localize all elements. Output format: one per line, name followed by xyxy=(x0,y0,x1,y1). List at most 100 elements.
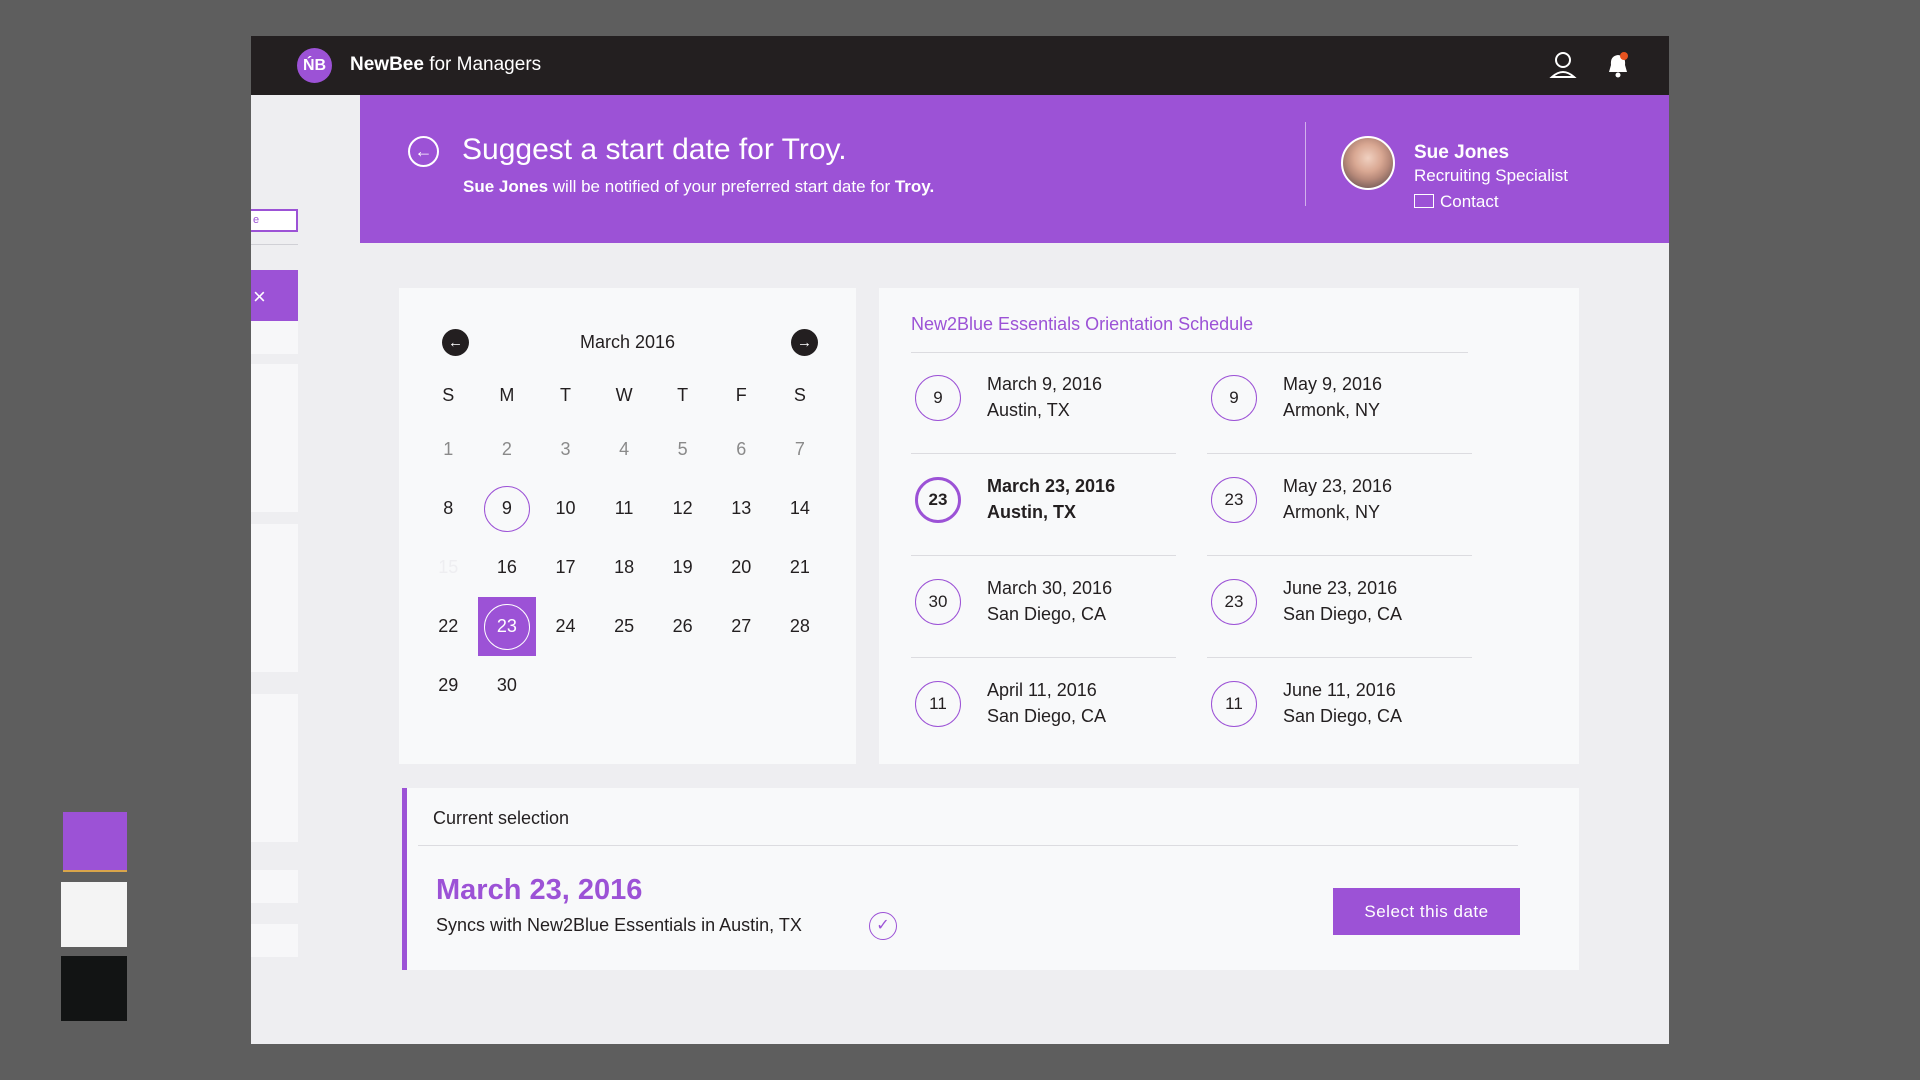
schedule-date: April 11, 2016 xyxy=(987,680,1097,700)
schedule-location: Austin, TX xyxy=(987,502,1076,522)
schedule-day-badge: 9 xyxy=(915,375,961,421)
weekday-header: S M T W T F S xyxy=(419,370,829,420)
page-title: Suggest a start date for Troy. xyxy=(462,133,847,166)
check-circle-icon: ✓ xyxy=(869,912,897,940)
schedule-title: New2Blue Essentials Orientation Schedule xyxy=(911,314,1254,334)
calendar-day-empty xyxy=(536,656,595,715)
calendar-week: 1 2 3 4 5 6 7 xyxy=(419,420,829,479)
schedule-item[interactable]: 23 May 23, 2016 Armonk, NY xyxy=(1207,454,1472,556)
schedule-location: San Diego, CA xyxy=(1283,706,1403,726)
current-selection-divider xyxy=(418,845,1518,846)
weekday-label: M xyxy=(499,385,515,405)
side-panel-item[interactable] xyxy=(251,524,298,672)
calendar-day-empty xyxy=(653,656,712,715)
calendar-day[interactable]: 14 xyxy=(771,479,830,538)
calendar-day-faded: 15 xyxy=(438,557,459,577)
calendar-day[interactable]: 27 xyxy=(712,597,771,656)
calendar-week: 15 16 17 18 19 20 21 xyxy=(419,538,829,597)
calendar-day[interactable]: 22 xyxy=(419,597,478,656)
next-month-arrow-icon[interactable]: → xyxy=(791,329,818,356)
calendar-day-empty xyxy=(712,656,771,715)
calendar-day[interactable]: 25 xyxy=(595,597,654,656)
side-panel-item[interactable] xyxy=(251,364,298,512)
schedule-item[interactable]: 23 June 23, 2016 San Diego, CA xyxy=(1207,556,1472,658)
calendar-day-disabled: 5 xyxy=(677,439,688,459)
schedule-day-badge: 30 xyxy=(915,579,961,625)
app-window: ŃB NewBee for Managers e × ← Suggest a s… xyxy=(251,36,1669,1044)
schedule-date: March 9, 2016 xyxy=(987,374,1103,394)
calendar-day[interactable]: 24 xyxy=(536,597,595,656)
calendar-week: 22 23 24 25 26 27 28 xyxy=(419,597,829,656)
side-panel-item[interactable] xyxy=(251,321,298,354)
selected-date: March 23, 2016 xyxy=(436,874,643,906)
weekday-label: T xyxy=(677,385,689,405)
current-selection-card: Current selection March 23, 2016 Syncs w… xyxy=(402,788,1579,970)
select-this-date-button[interactable]: Select this date xyxy=(1333,888,1520,935)
subtitle-recruiter-name: Sue Jones xyxy=(463,177,549,196)
calendar-day[interactable]: 12 xyxy=(653,479,712,538)
calendar-day[interactable]: 10 xyxy=(536,479,595,538)
calendar-day[interactable]: 20 xyxy=(712,538,771,597)
schedule-date: March 23, 2016 xyxy=(987,476,1116,496)
schedule-item[interactable]: 11 April 11, 2016 San Diego, CA xyxy=(911,658,1176,760)
contact-link[interactable]: Contact xyxy=(1414,192,1499,212)
envelope-icon xyxy=(1414,194,1434,208)
calendar-day-empty xyxy=(595,656,654,715)
weekday-label: F xyxy=(735,385,747,405)
schedule-item[interactable]: 30 March 30, 2016 San Diego, CA xyxy=(911,556,1176,658)
back-arrow-icon[interactable]: ← xyxy=(408,136,439,167)
calendar-day[interactable]: 17 xyxy=(536,538,595,597)
recruiter-role: Recruiting Specialist xyxy=(1414,166,1569,185)
schedule-item[interactable]: 9 May 9, 2016 Armonk, NY xyxy=(1207,352,1472,454)
schedule-day-badge: 11 xyxy=(915,681,961,727)
schedule-date: March 30, 2016 xyxy=(987,578,1113,598)
schedule-item[interactable]: 11 June 11, 2016 San Diego, CA xyxy=(1207,658,1472,760)
app-title: NewBee for Managers xyxy=(350,54,541,76)
prev-month-arrow-icon[interactable]: ← xyxy=(442,329,469,356)
calendar-day[interactable]: 16 xyxy=(478,538,537,597)
weekday-label: S xyxy=(442,385,455,405)
schedule-location: Armonk, NY xyxy=(1283,400,1381,420)
subtitle-text: will be notified of your preferred start… xyxy=(548,177,895,196)
schedule-location: Austin, TX xyxy=(987,400,1070,420)
calendar-day[interactable]: 26 xyxy=(653,597,712,656)
bell-icon[interactable] xyxy=(1604,50,1632,80)
user-icon[interactable] xyxy=(1549,50,1577,80)
top-nav-bar: ŃB NewBee for Managers xyxy=(251,36,1669,95)
schedule-date: June 23, 2016 xyxy=(1283,578,1398,598)
side-panel-search-input[interactable]: e xyxy=(251,209,298,232)
schedule-date: June 11, 2016 xyxy=(1283,680,1396,700)
calendar-day[interactable]: 29 xyxy=(419,656,478,715)
subtitle-new-hire-name: Troy. xyxy=(894,177,935,196)
orientation-schedule-card: New2Blue Essentials Orientation Schedule… xyxy=(879,288,1579,764)
calendar-day[interactable]: 13 xyxy=(712,479,771,538)
calendar-day[interactable]: 21 xyxy=(771,538,830,597)
color-swatch-black xyxy=(61,956,127,1021)
schedule-item-selected[interactable]: 23 March 23, 2016 Austin, TX xyxy=(911,454,1176,556)
newbee-logo[interactable]: ŃB xyxy=(297,48,332,83)
side-panel-item[interactable] xyxy=(251,870,298,903)
calendar-day[interactable]: 28 xyxy=(771,597,830,656)
close-icon[interactable]: × xyxy=(251,270,298,324)
calendar-day-orientation[interactable]: 9 xyxy=(478,479,537,538)
calendar-day-selected[interactable]: 23 xyxy=(477,597,537,656)
calendar-card: March 2016 ← → S M T W T F S 1 2 3 4 5 6… xyxy=(399,288,856,764)
calendar-week: 8 9 10 11 12 13 14 xyxy=(419,479,829,538)
side-panel-item[interactable] xyxy=(251,694,298,842)
side-panel-divider xyxy=(251,244,298,245)
calendar-day[interactable]: 30 xyxy=(478,656,537,715)
header-divider xyxy=(1305,122,1306,206)
calendar-week: 29 30 xyxy=(419,656,829,715)
calendar-day-disabled: 3 xyxy=(560,439,571,459)
calendar-day[interactable]: 19 xyxy=(653,538,712,597)
schedule-day-badge: 23 xyxy=(1211,579,1257,625)
calendar-day[interactable]: 11 xyxy=(595,479,654,538)
calendar-day-disabled: 7 xyxy=(794,439,805,459)
calendar-day[interactable]: 8 xyxy=(419,479,478,538)
side-panel-item[interactable] xyxy=(251,924,298,957)
calendar-day-disabled: 4 xyxy=(619,439,630,459)
schedule-item[interactable]: 9 March 9, 2016 Austin, TX xyxy=(911,352,1176,454)
brand-name: NewBee xyxy=(350,54,424,75)
color-swatch-white xyxy=(61,882,127,947)
calendar-day[interactable]: 18 xyxy=(595,538,654,597)
